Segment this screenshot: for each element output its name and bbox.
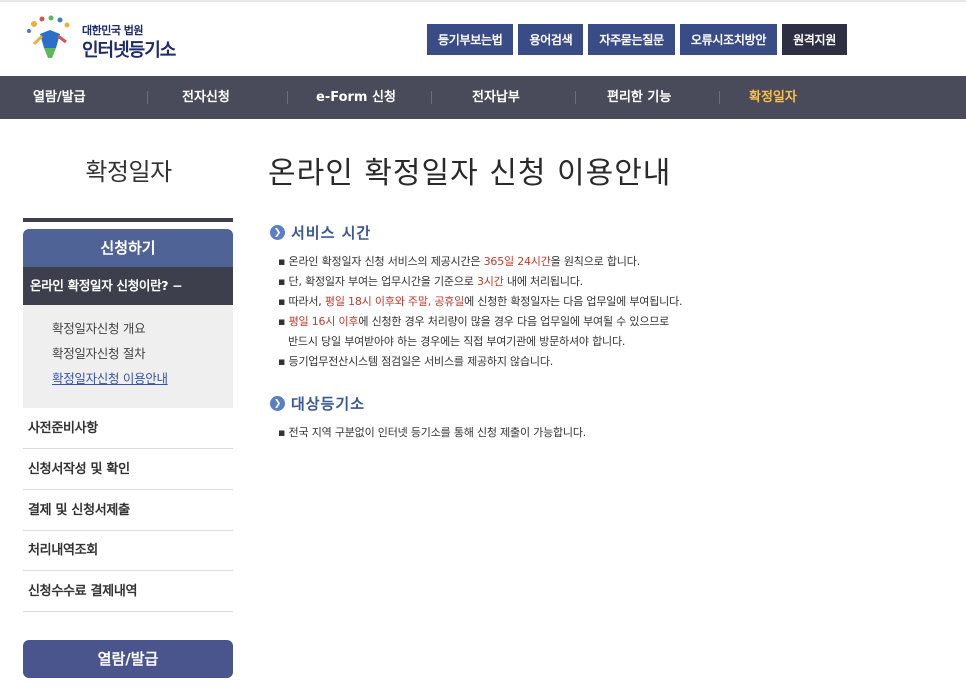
nav-fixed-date[interactable]: 확정일자 xyxy=(749,76,797,119)
sidebar-item-history[interactable]: 처리내역조회 xyxy=(23,530,233,571)
nav-e-payment[interactable]: 전자납부 xyxy=(472,76,520,119)
highlight-text: 365일 24시간 xyxy=(483,255,551,268)
submenu-procedure[interactable]: 확정일자신청 절차 xyxy=(23,345,233,370)
nav-divider xyxy=(719,91,720,104)
top-border xyxy=(0,0,966,2)
text: ▪ 단, 확정일자 부여는 업무시간을 기준으로 xyxy=(278,275,477,288)
service-time-line-5: 반드시 당일 부여받아야 하는 경우에는 직접 부여기관에 방문하셔야 합니다. xyxy=(288,335,626,348)
highlight-text: 평일 18시 이후와 주말, 공휴일 xyxy=(324,295,465,308)
service-time-line-4: ▪ 평일 16시 이후에 신청한 경우 처리량이 많을 경우 다음 업무일에 부… xyxy=(278,313,669,329)
highlight-text: 평일 16시 이후 xyxy=(288,315,359,328)
section-heading: 대상등기소 xyxy=(291,395,366,413)
nav-convenience[interactable]: 편리한 기능 xyxy=(607,76,671,119)
sidebar-title: 확정일자 xyxy=(85,158,172,186)
sidebar-item-payment-submit[interactable]: 결제 및 신청서제출 xyxy=(23,490,233,531)
nav-e-application[interactable]: 전자신청 xyxy=(182,76,230,119)
submenu-overview[interactable]: 확정일자신청 개요 xyxy=(23,320,233,345)
page-title: 온라인 확정일자 신청 이용안내 xyxy=(268,156,672,191)
view-issue-menu-header[interactable]: 열람/발급 xyxy=(23,640,233,678)
apply-menu-header[interactable]: 신청하기 xyxy=(23,229,233,267)
text: ▪ 온라인 확정일자 신청 서비스의 제공시간은 xyxy=(278,255,484,268)
utility-nav: 등기부보는법 용어검색 자주묻는질문 오류시조치방안 원격지원 xyxy=(427,24,848,55)
nav-divider xyxy=(431,91,432,104)
logo-title: 인터넷등기소 xyxy=(82,40,176,61)
submenu-usage-guide[interactable]: 확정일자신청 이용안내 xyxy=(23,370,233,395)
text: 내에 처리됩니다. xyxy=(503,275,583,288)
service-time-line-1: ▪ 온라인 확정일자 신청 서비스의 제공시간은 365일 24시간을 원칙으로… xyxy=(278,253,640,269)
section-target-registry: ❯ 대상등기소 xyxy=(270,393,365,414)
nav-divider xyxy=(147,91,148,104)
registry-guide-button[interactable]: 등기부보는법 xyxy=(427,24,514,55)
remote-support-button[interactable]: 원격지원 xyxy=(782,24,848,55)
error-help-button[interactable]: 오류시조치방안 xyxy=(679,24,778,55)
sidebar-item-write-confirm[interactable]: 신청서작성 및 확인 xyxy=(23,449,233,490)
text: ▪ 따라서, xyxy=(278,295,325,308)
section-heading: 서비스 시간 xyxy=(291,224,372,242)
nav-divider xyxy=(287,91,288,104)
service-time-line-6: ▪ 등기업무전산시스템 점검일은 서비스를 제공하지 않습니다. xyxy=(278,355,554,368)
highlight-text: 3시간 xyxy=(476,275,504,288)
nav-eform[interactable]: e-Form 신청 xyxy=(316,76,396,119)
text: ▪ xyxy=(278,315,289,328)
sidebar-item-preparation[interactable]: 사전준비사항 xyxy=(23,408,233,449)
chevron-right-icon: ❯ xyxy=(270,225,285,240)
sidebar-submenu: 확정일자신청 개요 확정일자신청 절차 확정일자신청 이용안내 xyxy=(23,305,233,408)
sidebar-divider xyxy=(23,218,233,222)
text: 에 신청한 경우 처리량이 많을 경우 다음 업무일에 부여될 수 있으므로 xyxy=(358,315,670,328)
text: 에 신청한 확정일자는 다음 업무일에 부여됩니다. xyxy=(464,295,683,308)
section-service-time: ❯ 서비스 시간 xyxy=(270,222,371,243)
sidebar-item-what-is-online-fixed-date[interactable]: 온라인 확정일자 신청이란? − xyxy=(23,267,233,305)
target-line-1: ▪ 전국 지역 구분없이 인터넷 등기소를 통해 신청 제출이 가능합니다. xyxy=(278,426,587,439)
service-time-line-2: ▪ 단, 확정일자 부여는 업무시간을 기준으로 3시간 내에 처리됩니다. xyxy=(278,273,583,289)
service-time-line-3: ▪ 따라서, 평일 18시 이후와 주말, 공휴일에 신청한 확정일자는 다음 … xyxy=(278,293,682,309)
faq-button[interactable]: 자주묻는질문 xyxy=(588,24,675,55)
term-search-button[interactable]: 용어검색 xyxy=(518,24,584,55)
main-nav: 열람/발급 전자신청 e-Form 신청 전자납부 편리한 기능 확정일자 xyxy=(0,76,966,119)
chevron-right-icon: ❯ xyxy=(270,396,285,411)
nav-divider xyxy=(575,91,576,104)
nav-view-issue[interactable]: 열람/발급 xyxy=(33,76,86,119)
court-logo-icon xyxy=(27,15,70,58)
sidebar-item-fee-history[interactable]: 신청수수료 결제내역 xyxy=(23,571,233,612)
text: 을 원칙으로 합니다. xyxy=(550,255,640,268)
site-logo[interactable]: 대한민국 법원 인터넷등기소 xyxy=(20,14,200,62)
